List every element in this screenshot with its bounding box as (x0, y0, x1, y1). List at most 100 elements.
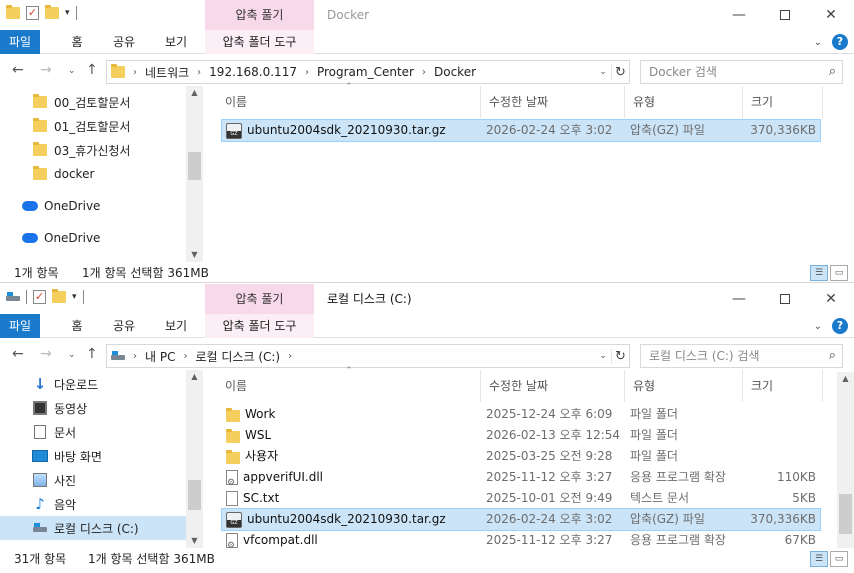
nav-scrollbar[interactable]: ▲ ▼ (186, 86, 203, 262)
forward-button[interactable]: → (40, 62, 52, 78)
customize-toolbar-icon[interactable]: ▾ (65, 8, 70, 18)
nav-item[interactable]: docker (0, 162, 186, 186)
tab-view[interactable]: 보기 (158, 314, 194, 338)
breadcrumb-local-disk[interactable]: 로컬 디스크 (C:) (195, 348, 280, 365)
drive-icon[interactable] (6, 292, 20, 302)
tab-home[interactable]: 홈 (62, 314, 92, 338)
breadcrumb-docker[interactable]: Docker (434, 65, 476, 79)
scroll-thumb[interactable] (188, 480, 201, 510)
address-bar[interactable]: › 네트워크 › 192.168.0.117 › Program_Center … (106, 60, 630, 84)
column-header-date[interactable]: 수정한 날짜 (481, 370, 625, 402)
column-header-name[interactable]: 이름 (217, 86, 481, 118)
breadcrumb-host[interactable]: 192.168.0.117 (209, 65, 297, 79)
chevron-right-icon[interactable]: › (422, 67, 426, 78)
tab-view[interactable]: 보기 (158, 30, 194, 54)
nav-item-downloads[interactable]: ↓ 다운로드 (0, 372, 186, 396)
tab-file[interactable]: 파일 (0, 314, 40, 338)
recent-locations-button[interactable]: ⌄ (68, 66, 76, 76)
minimize-button[interactable]: — (716, 284, 762, 314)
breadcrumb-network[interactable]: 네트워크 (145, 64, 189, 81)
chevron-right-icon[interactable]: › (305, 67, 309, 78)
customize-toolbar-icon[interactable]: ▾ (72, 292, 77, 302)
maximize-button[interactable] (762, 0, 808, 30)
chevron-right-icon[interactable]: › (183, 351, 187, 362)
scroll-down-icon[interactable]: ▼ (186, 248, 203, 262)
column-header-type[interactable]: 유형 (625, 86, 743, 118)
nav-item-documents[interactable]: 문서 (0, 420, 186, 444)
large-icons-view-icon[interactable]: ▭ (830, 265, 848, 281)
scroll-down-icon[interactable]: ▼ (186, 534, 203, 548)
search-input[interactable] (641, 345, 816, 367)
nav-item-videos[interactable]: 동영상 (0, 396, 186, 420)
column-header-type[interactable]: 유형 (625, 370, 743, 402)
column-header-size[interactable]: 크기 (743, 86, 823, 118)
search-icon[interactable]: ⌕ (829, 64, 836, 79)
nav-item-local-disk[interactable]: 로컬 디스크 (C:) (0, 516, 186, 540)
address-dropdown-icon[interactable]: ⌄ (595, 67, 611, 77)
chevron-right-icon[interactable]: › (288, 351, 292, 362)
column-header-name[interactable]: 이름 (217, 370, 481, 402)
scroll-up-icon[interactable]: ▲ (186, 86, 203, 100)
back-button[interactable]: ← (12, 62, 24, 78)
nav-item-onedrive[interactable]: OneDrive (0, 194, 186, 218)
nav-item[interactable]: 00_검토할문서 (0, 90, 186, 114)
nav-item[interactable]: 03_휴가신청서 (0, 138, 186, 162)
breadcrumb-program-center[interactable]: Program_Center (317, 65, 414, 79)
tab-home[interactable]: 홈 (62, 30, 92, 54)
chevron-right-icon[interactable]: › (197, 67, 201, 78)
back-button[interactable]: ← (12, 346, 24, 362)
column-header-date[interactable]: 수정한 날짜 (481, 86, 625, 118)
help-icon[interactable]: ? (832, 34, 848, 50)
chevron-right-icon[interactable]: › (133, 351, 137, 362)
scroll-up-icon[interactable]: ▲ (186, 370, 203, 384)
nav-item-desktop[interactable]: 바탕 화면 (0, 444, 186, 468)
table-row[interactable]: 사용자 2025-03-25 오전 9:28 파일 폴더 (222, 446, 820, 467)
nav-item[interactable]: 01_검토할문서 (0, 114, 186, 138)
nav-item-onedrive[interactable]: OneDrive (0, 226, 186, 250)
scroll-up-icon[interactable]: ▲ (837, 372, 854, 386)
tab-file[interactable]: 파일 (0, 30, 40, 54)
scroll-thumb[interactable] (839, 494, 852, 534)
close-button[interactable]: ✕ (808, 284, 854, 314)
tab-compressed-folder-tools[interactable]: 압축 폴더 도구 (205, 30, 314, 54)
properties-icon[interactable]: ✓ (33, 290, 46, 304)
chevron-right-icon[interactable]: › (133, 67, 137, 78)
table-row[interactable]: Work 2025-12-24 오후 6:09 파일 폴더 (222, 404, 820, 425)
breadcrumb-this-pc[interactable]: 내 PC (145, 348, 175, 365)
table-row[interactable]: ubuntu2004sdk_20210930.tar.gz 2026-02-24… (221, 508, 821, 531)
chevron-down-icon[interactable]: ⌄ (814, 37, 822, 48)
table-row[interactable]: SC.txt 2025-10-01 오전 9:49 텍스트 문서 5KB (222, 488, 820, 509)
column-header-size[interactable]: 크기 (743, 370, 823, 402)
address-dropdown-icon[interactable]: ⌄ (595, 351, 611, 361)
up-button[interactable]: ↑ (86, 346, 98, 362)
recent-locations-button[interactable]: ⌄ (68, 350, 76, 360)
scroll-thumb[interactable] (188, 152, 201, 180)
table-row[interactable]: appverifUI.dll 2025-11-12 오후 3:27 응용 프로그… (222, 467, 820, 488)
close-button[interactable]: ✕ (808, 0, 854, 30)
table-row[interactable]: ubuntu2004sdk_20210930.tar.gz 2026-02-24… (221, 119, 821, 142)
nav-item-pictures[interactable]: 사진 (0, 468, 186, 492)
details-view-icon[interactable]: ☰ (810, 265, 828, 281)
table-row[interactable]: WSL 2026-02-13 오후 12:54 파일 폴더 (222, 425, 820, 446)
new-folder-icon[interactable] (52, 289, 66, 303)
nav-scrollbar[interactable]: ▲ ▼ (186, 370, 203, 548)
tab-share[interactable]: 공유 (106, 314, 142, 338)
search-box[interactable]: ⌕ (640, 344, 843, 368)
forward-button[interactable]: → (40, 346, 52, 362)
large-icons-view-icon[interactable]: ▭ (830, 551, 848, 567)
details-view-icon[interactable]: ☰ (810, 551, 828, 567)
search-input[interactable] (641, 61, 816, 83)
up-button[interactable]: ↑ (86, 62, 98, 78)
minimize-button[interactable]: — (716, 0, 762, 30)
nav-item-music[interactable]: ♪ 음악 (0, 492, 186, 516)
folder-icon[interactable] (6, 5, 20, 19)
tab-share[interactable]: 공유 (106, 30, 142, 54)
search-box[interactable]: ⌕ (640, 60, 843, 84)
file-list-scrollbar[interactable]: ▲ (837, 372, 854, 548)
context-tab-extract[interactable]: 압축 풀기 (205, 0, 314, 30)
address-bar[interactable]: › 내 PC › 로컬 디스크 (C:) › ⌄ ↻ (106, 344, 630, 368)
chevron-down-icon[interactable]: ⌄ (814, 321, 822, 332)
context-tab-extract[interactable]: 압축 풀기 (205, 284, 314, 314)
new-folder-icon[interactable] (45, 5, 59, 19)
help-icon[interactable]: ? (832, 318, 848, 334)
